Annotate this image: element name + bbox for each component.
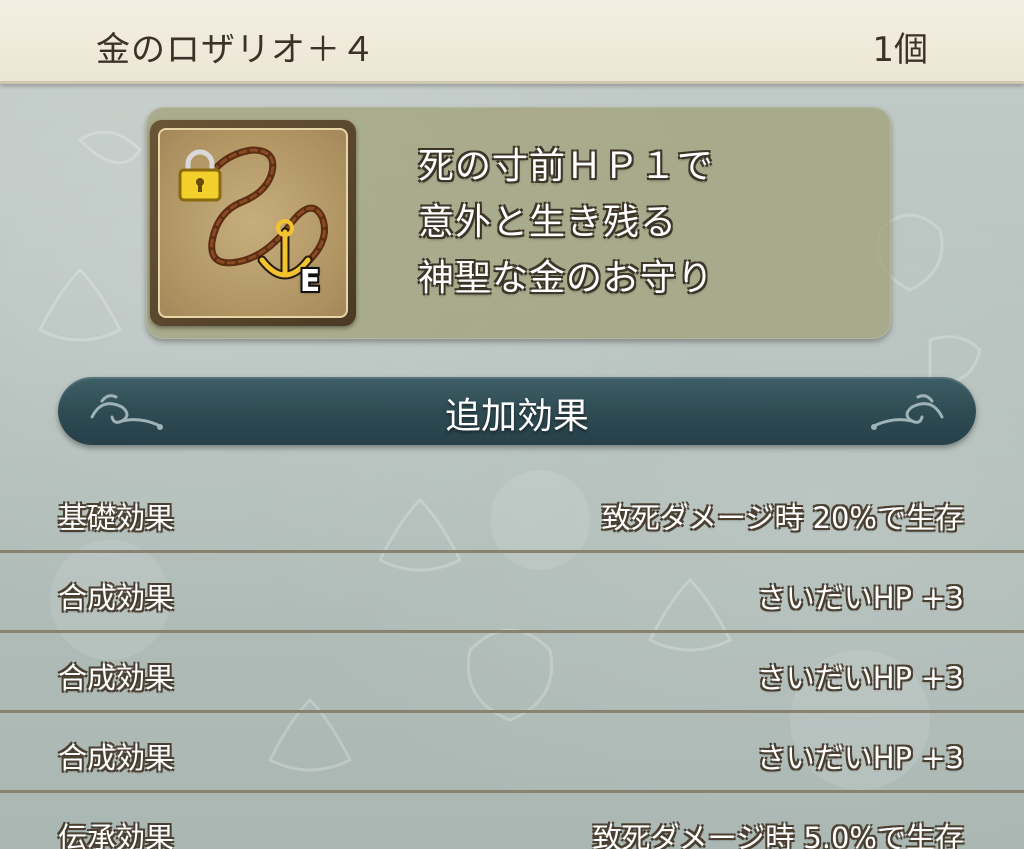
effect-row: 合成効果 さいだいHP +3 bbox=[0, 713, 1024, 793]
effect-value: さいだいHP +3 bbox=[756, 581, 964, 615]
item-count: 1個 bbox=[872, 30, 928, 70]
effect-value: 致死ダメージ時 20%で生存 bbox=[601, 501, 964, 535]
item-header: 金のロザリオ＋４ 1個 bbox=[0, 0, 1024, 84]
equipped-badge: E bbox=[299, 264, 321, 299]
effect-name: 合成効果 bbox=[58, 581, 175, 615]
item-description: 死の寸前ＨＰ１で 意外と生き残る 神聖な金のお守り bbox=[418, 142, 858, 310]
additional-effects-banner: 追加効果 bbox=[58, 377, 976, 445]
effect-value: 致死ダメージ時 5.0%で生存 bbox=[592, 821, 964, 849]
banner-ornament-right-icon bbox=[871, 394, 944, 430]
effect-row: 合成効果 さいだいHP +3 bbox=[0, 553, 1024, 633]
effect-value: さいだいHP +3 bbox=[756, 741, 964, 775]
item-title: 金のロザリオ＋４ bbox=[96, 30, 376, 70]
effect-name: 合成効果 bbox=[58, 741, 175, 775]
effect-name: 基礎効果 bbox=[58, 501, 175, 535]
description-line: 死の寸前ＨＰ１で bbox=[418, 146, 715, 187]
effect-row: 基礎効果 致死ダメージ時 20%で生存 bbox=[0, 473, 1024, 553]
effect-row: 合成効果 さいだいHP +3 bbox=[0, 633, 1024, 713]
section-title: 追加効果 bbox=[444, 396, 589, 437]
effect-name: 伝承効果 bbox=[58, 821, 175, 849]
effect-value: さいだいHP +3 bbox=[756, 661, 964, 695]
effect-name: 合成効果 bbox=[58, 661, 175, 695]
effect-row: 伝承効果 致死ダメージ時 5.0%で生存 bbox=[0, 793, 1024, 849]
description-line: 意外と生き残る bbox=[418, 202, 678, 243]
description-line: 神聖な金のお守り bbox=[418, 258, 715, 299]
